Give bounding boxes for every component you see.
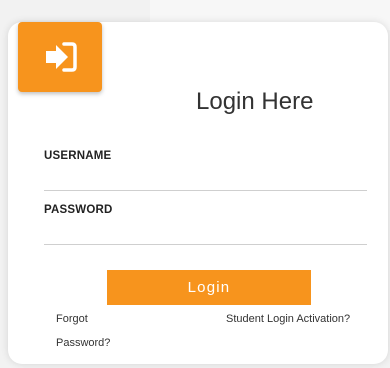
sign-in-icon <box>46 42 77 72</box>
username-label: USERNAME <box>44 150 112 162</box>
password-input[interactable] <box>44 221 367 243</box>
username-underline <box>44 190 367 191</box>
login-button[interactable]: Login <box>107 270 311 305</box>
login-icon-box <box>18 22 102 92</box>
password-label: PASSWORD <box>44 204 113 216</box>
forgot-password-link-line1[interactable]: Forgot <box>56 313 88 325</box>
username-input[interactable] <box>44 167 367 189</box>
student-login-activation-link[interactable]: Student Login Activation? <box>226 313 350 325</box>
login-card: Login Here USERNAME PASSWORD Login Forgo… <box>8 22 388 364</box>
page-title: Login Here <box>196 88 314 115</box>
forgot-password-link-line2[interactable]: Password? <box>56 337 110 349</box>
password-underline <box>44 244 367 245</box>
